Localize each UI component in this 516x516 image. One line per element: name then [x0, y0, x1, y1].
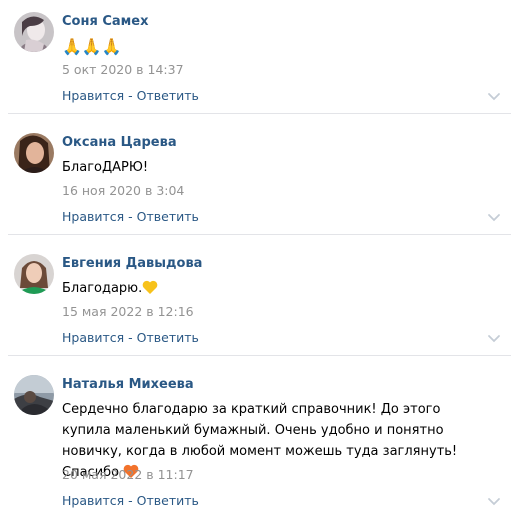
chevron-down-icon[interactable]: [487, 213, 501, 223]
comment-date[interactable]: 5 окт 2020 в 14:37: [62, 62, 184, 77]
separator: -: [128, 88, 137, 103]
comment-author[interactable]: Евгения Давыдова: [62, 256, 202, 271]
avatar[interactable]: [14, 375, 54, 415]
comment-author[interactable]: Оксана Царева: [62, 135, 177, 150]
comment-text: 🙏🙏🙏: [62, 37, 122, 56]
comment-author[interactable]: Наталья Михеева: [62, 377, 194, 392]
chevron-down-icon[interactable]: [487, 334, 501, 344]
reply-link[interactable]: Ответить: [137, 209, 199, 224]
comment-actions: Нравится - Ответить: [62, 88, 199, 103]
like-link[interactable]: Нравится: [62, 330, 124, 345]
avatar-photo-icon: [14, 12, 54, 52]
avatar-photo-icon: [14, 375, 54, 415]
chevron-down-icon[interactable]: [487, 497, 501, 507]
comment-date[interactable]: 15 мая 2022 в 12:16: [62, 304, 194, 319]
reply-link[interactable]: Ответить: [137, 493, 199, 508]
yellow-heart-icon: [142, 280, 158, 294]
comment-date[interactable]: 20 мая 2022 в 11:17: [62, 467, 194, 482]
avatar[interactable]: [14, 12, 54, 52]
comment-text-row: Благодарю.: [62, 278, 502, 299]
comment-actions: Нравится - Ответить: [62, 209, 199, 224]
comment-date[interactable]: 16 ноя 2020 в 3:04: [62, 183, 184, 198]
comment-text: БлагоДАРЮ!: [62, 160, 149, 175]
avatar-photo-icon: [14, 133, 54, 173]
divider: [8, 113, 511, 114]
avatar[interactable]: [14, 133, 54, 173]
comment-text: Благодарю.: [62, 281, 143, 296]
like-link[interactable]: Нравится: [62, 493, 124, 508]
reply-link[interactable]: Ответить: [137, 330, 199, 345]
like-link[interactable]: Нравится: [62, 209, 124, 224]
separator: -: [128, 330, 137, 345]
like-link[interactable]: Нравится: [62, 88, 124, 103]
comment-actions: Нравится - Ответить: [62, 493, 199, 508]
divider: [8, 234, 511, 235]
reply-link[interactable]: Ответить: [137, 88, 199, 103]
separator: -: [128, 493, 137, 508]
divider: [8, 355, 511, 356]
separator: -: [128, 209, 137, 224]
avatar-photo-icon: [14, 254, 54, 294]
chevron-down-icon[interactable]: [487, 92, 501, 102]
avatar[interactable]: [14, 254, 54, 294]
comment-author[interactable]: Соня Самех: [62, 14, 148, 29]
comment-actions: Нравится - Ответить: [62, 330, 199, 345]
